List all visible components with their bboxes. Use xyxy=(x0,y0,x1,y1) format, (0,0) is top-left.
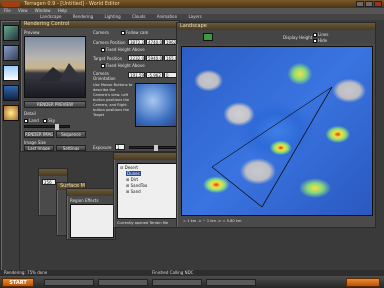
detail-slider[interactable] xyxy=(24,124,70,130)
tab-rendering[interactable]: Rendering xyxy=(73,14,93,19)
camera-label: Camera xyxy=(93,30,109,35)
option-lines[interactable]: Lines xyxy=(313,32,328,37)
camera-position-label: Camera Position xyxy=(93,40,126,45)
fixed-height-above-label: Fixed Height Above xyxy=(101,47,145,52)
detail-label: Detail xyxy=(24,111,36,116)
camera-position-x[interactable]: 3872.25 xyxy=(128,39,145,45)
surface-tree-status: Currently opened Terrain file xyxy=(117,221,169,225)
app-titlebar: Terragen 0.9 - [Untitled] - World Editor xyxy=(0,0,384,8)
tab-clouds[interactable]: Clouds xyxy=(132,14,146,19)
tool-water-icon[interactable] xyxy=(3,85,19,101)
tool-sky-icon[interactable] xyxy=(3,65,19,81)
render-preview-button[interactable]: RENDER PREVIEW xyxy=(24,101,86,108)
camera-orientation-label: Camera Orientation xyxy=(93,71,116,81)
detail-slider-thumb[interactable] xyxy=(55,124,59,130)
camera-orientation-heading[interactable]: 191.598 xyxy=(128,72,145,78)
maximize-button[interactable] xyxy=(365,1,373,7)
fixed-height-2-checkbox[interactable] xyxy=(101,64,105,68)
landscape-tool-icon[interactable] xyxy=(203,33,213,41)
tab-layers[interactable]: Layers xyxy=(188,14,201,19)
surface-tree-panel: ⊟ Desert Dunes ⊞ Dirt ⊞ SandToo ⊞ Sand C… xyxy=(113,152,181,228)
minimize-button[interactable] xyxy=(356,1,364,7)
taskbar: START xyxy=(0,276,384,288)
lines-radio[interactable] xyxy=(313,33,317,37)
preview-image xyxy=(24,36,86,98)
option-hide[interactable]: Hide xyxy=(313,38,327,43)
sequence-button[interactable]: Sequence xyxy=(56,131,86,138)
fixed-height-above-2-label: Fixed Height Above xyxy=(101,63,145,68)
app-title: Terragen 0.9 - [Untitled] - World Editor xyxy=(24,1,120,7)
target-position-y[interactable]: 5940.0 xyxy=(146,55,163,61)
menu-window[interactable]: Window xyxy=(35,8,51,13)
size-field[interactable]: 256 xyxy=(42,179,56,185)
tab-landscape[interactable]: Landscape xyxy=(40,14,62,19)
tab-lighting[interactable]: Lighting xyxy=(105,14,121,19)
region-effects-list[interactable] xyxy=(70,204,114,238)
region-effects-label: Region Effects xyxy=(70,198,99,203)
landscape-toolbar: Display Height Lines Hide xyxy=(177,30,375,44)
exposure-slider[interactable] xyxy=(129,145,179,151)
render-image-button[interactable]: RENDER IMAGE xyxy=(24,131,54,138)
region-effects-panel: Region Effects xyxy=(66,188,116,240)
sky-label: Sky xyxy=(43,118,55,123)
left-toolbar xyxy=(0,20,20,272)
menu-file[interactable]: File xyxy=(4,8,11,13)
follow-cam-label: Follow cam xyxy=(121,30,148,35)
fixed-height-checkbox[interactable] xyxy=(101,48,105,52)
camera-hint-text: Use Mouse Buttons to describe the Camera… xyxy=(93,83,133,117)
heightmap-view[interactable] xyxy=(181,46,373,216)
landscape-scale-text: = 1 km -> ~ 1 km -> = 5.80 km xyxy=(183,219,242,223)
target-position-x[interactable]: 2232.0 xyxy=(128,55,145,61)
land-label: Land xyxy=(24,118,39,123)
menu-help[interactable]: Help xyxy=(58,8,67,13)
tab-animation[interactable]: Animation xyxy=(157,14,177,19)
taskbar-item-3[interactable] xyxy=(152,279,202,286)
exposure-field[interactable]: 1 xyxy=(115,144,125,150)
tray-orange-button[interactable] xyxy=(346,278,380,287)
target-position-label: Target Position xyxy=(93,56,123,61)
camera-view-map[interactable] xyxy=(135,83,179,127)
camera-view-lines xyxy=(211,86,333,208)
sky-checkbox[interactable] xyxy=(43,119,47,123)
display-height-label: Display Height xyxy=(283,35,313,40)
camera-position-y[interactable]: 4740.00 xyxy=(146,39,163,45)
follow-cam-checkbox[interactable] xyxy=(121,31,125,35)
taskbar-item-4[interactable] xyxy=(206,279,256,286)
surface-tree: ⊟ Desert Dunes ⊞ Dirt ⊞ SandToo ⊞ Sand xyxy=(117,163,179,219)
hide-radio[interactable] xyxy=(313,39,317,43)
taskbar-item-1[interactable] xyxy=(44,279,94,286)
settings-button[interactable]: Settings xyxy=(56,145,86,151)
tool-light-icon[interactable] xyxy=(3,105,19,121)
landscape-titlebar[interactable]: Landscape xyxy=(177,23,375,30)
exposure-slider-thumb[interactable] xyxy=(154,145,158,151)
tree-item-sand[interactable]: ⊞ Sand xyxy=(120,189,176,195)
close-button[interactable] xyxy=(374,1,382,7)
rendering-control-window: Rendering Control Preview RENDER PREVIEW… xyxy=(20,20,180,152)
exposure-label: Exposure xyxy=(93,145,112,150)
app-logo-icon xyxy=(2,1,20,7)
preview-label: Preview xyxy=(24,30,40,35)
last-image-button[interactable]: Last Image xyxy=(24,145,54,151)
land-checkbox[interactable] xyxy=(24,119,28,123)
taskbar-item-2[interactable] xyxy=(98,279,148,286)
menu-view[interactable]: View xyxy=(18,8,28,13)
camera-orientation-pitch[interactable]: -5.962 xyxy=(146,72,163,78)
landscape-window: Landscape Display Height Lines Hide = 1 … xyxy=(176,22,376,228)
tool-rendering-icon[interactable] xyxy=(3,45,19,61)
tool-landscape-icon[interactable] xyxy=(3,25,19,41)
start-button[interactable]: START xyxy=(2,278,34,287)
rendering-control-titlebar[interactable]: Rendering Control xyxy=(21,21,179,28)
